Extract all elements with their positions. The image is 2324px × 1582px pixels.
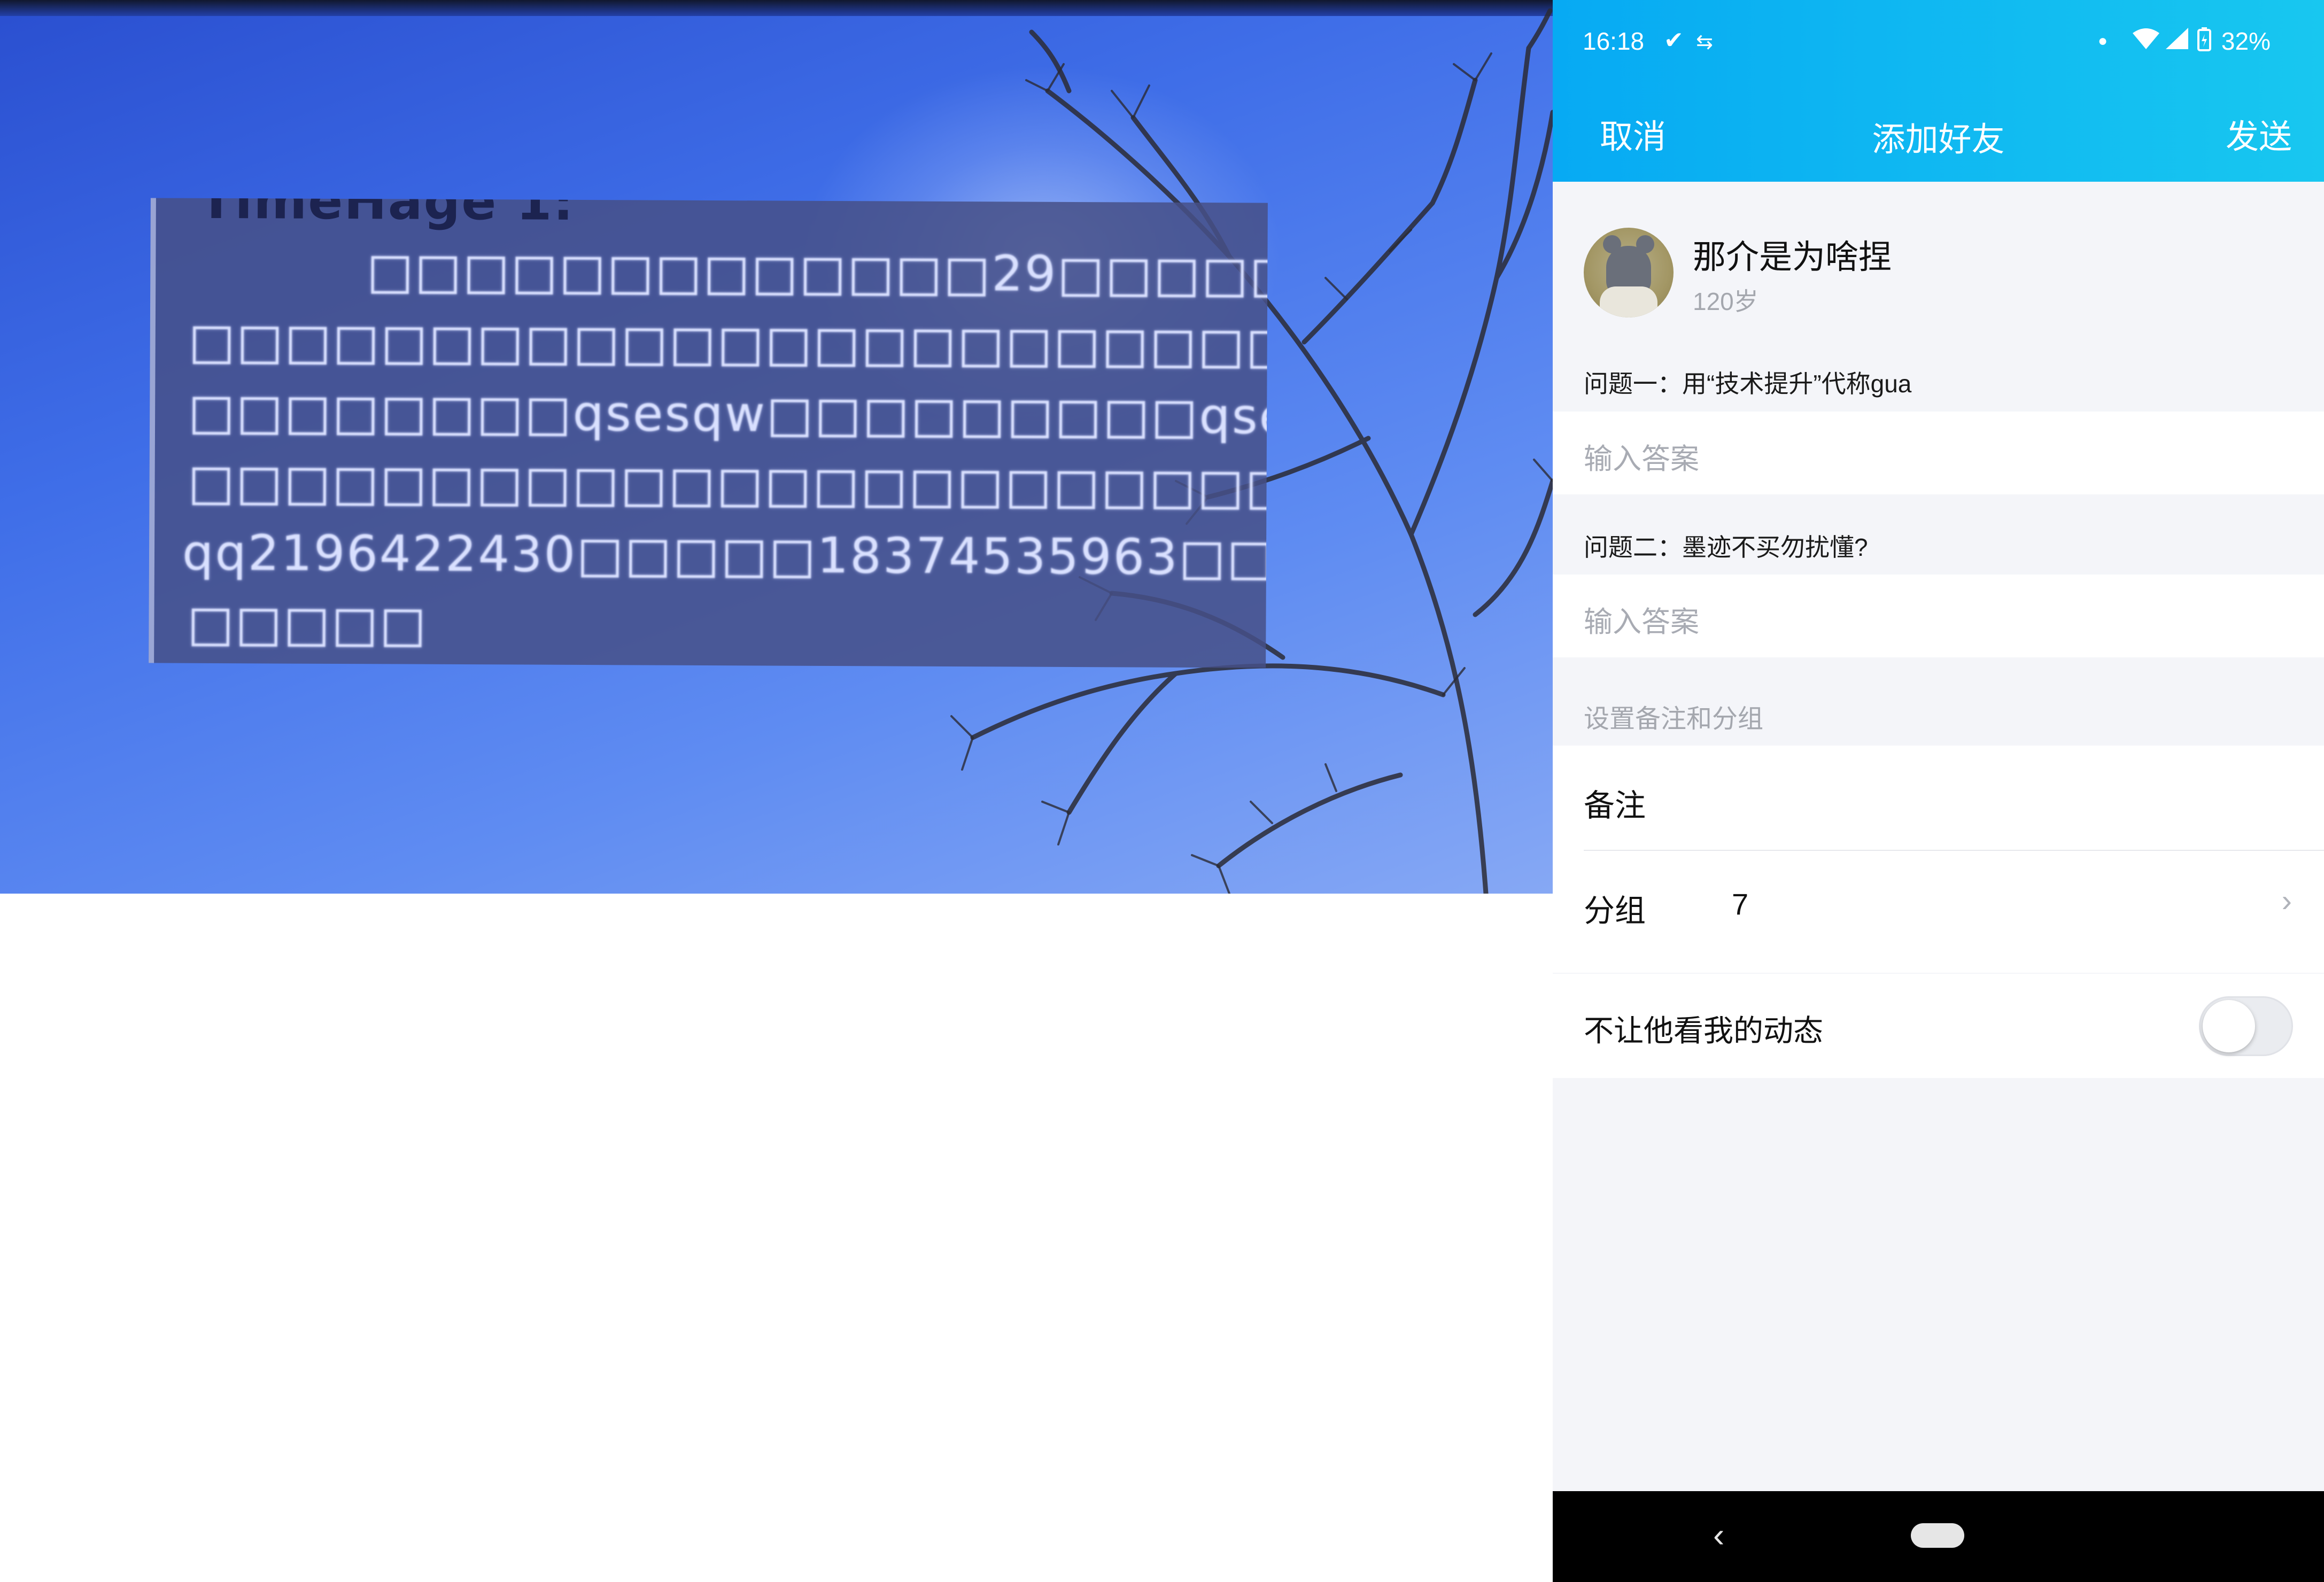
answer-1-placeholder: 输入答案 [1584, 443, 1699, 475]
panel-title-fragment: TimeHage 1: [198, 198, 575, 232]
profile-card: 那介是为啥捏 120岁 [1553, 182, 2324, 353]
privacy-toggle[interactable] [2199, 996, 2293, 1056]
phone-screen: 16:18 ✔ ⇆ ● 32% 取消 添加好友 发送 那介是为啥捏 120岁 问… [1553, 0, 2324, 1582]
remark-row[interactable]: 备注 [1553, 746, 2324, 850]
app-header: 16:18 ✔ ⇆ ● 32% 取消 添加好友 发送 [1553, 0, 2324, 182]
system-nav-bar: ‹ [1553, 1491, 2324, 1582]
text-line: □□□□□ [187, 594, 428, 653]
group-label: 分组 [1584, 894, 1646, 928]
dot-icon: ● [2098, 32, 2108, 50]
privacy-label: 不让他看我的动态 [1584, 1014, 1823, 1048]
profile-name: 那介是为啥捏 [1693, 239, 1892, 276]
text-line: qq2196422430□□□□□18374535963□□□□ [182, 524, 1268, 587]
sync-icon: ⇆ [1696, 31, 1713, 53]
avatar [1584, 228, 1674, 317]
section-header: 设置备注和分组 [1584, 705, 1764, 733]
battery-icon [2197, 27, 2212, 57]
question-2-label: 问题二：墨迹不买勿扰懂? [1584, 533, 1868, 561]
status-bar: 16:18 ✔ ⇆ ● 32% [1553, 0, 2324, 86]
battery-percent: 32% [2221, 27, 2271, 55]
answer-1-input[interactable]: 输入答案 [1553, 412, 2324, 494]
profile-age: 120岁 [1693, 288, 1759, 315]
remark-group-card: 备注 分组 7 › [1553, 746, 2324, 973]
toggle-knob [2203, 1000, 2255, 1052]
page-title: 添加好友 [1872, 121, 2005, 158]
text-line: □□□□□□□□□□□□□29□□□□□29□□□□ [367, 242, 1268, 305]
signal-icon [2165, 27, 2189, 56]
camera-photo: TimeHage 1: □□□□□□□□□□□□□29□□□□□29□□□□ □… [0, 0, 1553, 894]
home-pill-icon[interactable] [1911, 1523, 1964, 1548]
privacy-row: 不让他看我的动态 [1553, 974, 2324, 1078]
text-line: □□□□□□□□qsesqw□□□□□□□□□qsesqw□□□ [188, 383, 1268, 446]
answer-2-placeholder: 输入答案 [1584, 606, 1699, 638]
back-icon[interactable]: ‹ [1713, 1515, 1724, 1555]
wifi-icon [2132, 27, 2160, 56]
blurry-text-panel: TimeHage 1: □□□□□□□□□□□□□29□□□□□29□□□□ □… [149, 198, 1268, 668]
remark-label: 备注 [1584, 788, 1646, 823]
chevron-right-icon: › [2281, 883, 2292, 918]
text-line: □□□□□□□□□□□□□□□□□□□□□□□□□qsesqw□ [188, 312, 1268, 376]
check-icon: ✔ [1664, 27, 1684, 53]
group-row[interactable]: 分组 7 › [1553, 851, 2324, 973]
text-line: □□□□□□□□□□□□□□□□□□□□□□□ [188, 453, 1268, 516]
send-button[interactable]: 发送 [2226, 110, 2292, 158]
status-time: 16:18 [1583, 27, 1645, 55]
answer-2-input[interactable]: 输入答案 [1553, 575, 2324, 657]
group-value: 7 [1732, 887, 1749, 921]
question-1-label: 问题一：用“技术提升”代称gua [1584, 370, 1912, 398]
